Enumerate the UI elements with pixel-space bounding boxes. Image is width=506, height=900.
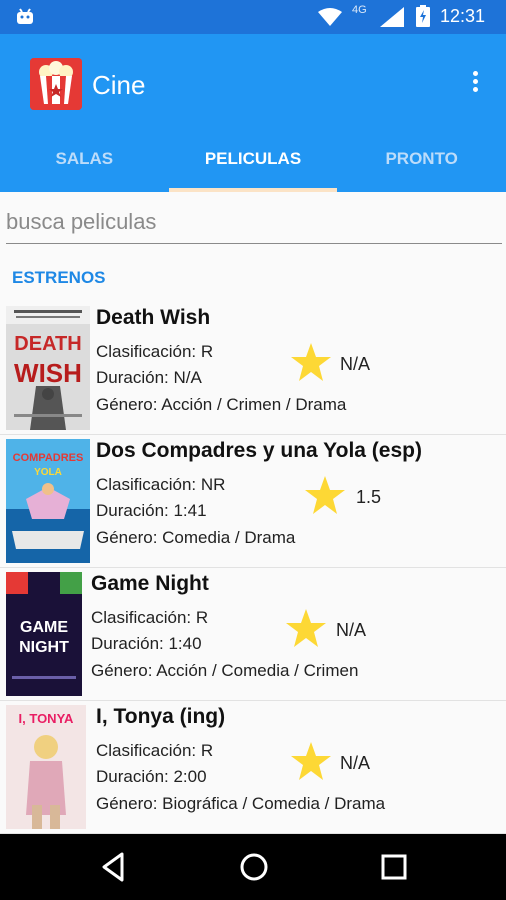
movie-rating: N/A	[340, 753, 371, 773]
movie-genre: Género: Acción / Comedia / Crimen	[91, 661, 359, 680]
android-icon	[17, 8, 33, 24]
movie-title: Game Night	[91, 572, 209, 595]
network-type-label: 4G	[352, 4, 367, 16]
movie-genre: Género: Comedia / Drama	[96, 528, 296, 547]
search-input[interactable]	[6, 202, 502, 242]
battery-icon	[416, 5, 430, 27]
movie-genre: Género: Biográfica / Comedia / Drama	[96, 794, 386, 813]
svg-text:NIGHT: NIGHT	[19, 639, 69, 656]
movie-duration: Duración: 1:41	[96, 501, 207, 520]
recents-icon[interactable]	[376, 850, 412, 884]
movie-poster: I, TONYA	[6, 705, 86, 829]
app-logo-icon	[30, 58, 82, 110]
svg-text:DEATH: DEATH	[14, 333, 81, 355]
signal-icon	[380, 7, 404, 27]
movie-rating: 1.5	[356, 487, 382, 507]
movie-poster: DEATH WISH	[6, 306, 90, 430]
movie-classification: Clasificación: R	[96, 342, 214, 361]
movie-poster: GAME NIGHT	[6, 572, 82, 696]
app-title: Cine	[92, 70, 146, 100]
movie-rating: N/A	[340, 354, 371, 374]
status-bar: 4G 12:31	[0, 0, 506, 34]
movie-duration: Duración: 2:00	[96, 767, 207, 786]
back-icon[interactable]	[96, 850, 132, 884]
movie-duration: Duración: N/A	[96, 368, 202, 387]
star-icon	[291, 343, 331, 381]
movie-row[interactable]: DEATH WISH Death Wish Clasificación: R D…	[0, 302, 506, 435]
svg-text:COMPADRES: COMPADRES	[13, 452, 84, 464]
movie-row[interactable]: COMPADRES YOLA Dos Compadres y una Yola …	[0, 435, 506, 568]
system-nav-bar	[0, 834, 506, 900]
movie-classification: Clasificación: R	[91, 608, 209, 627]
movie-list: DEATH WISH Death Wish Clasificación: R D…	[0, 302, 506, 834]
app-bar: Cine SALAS PELICULAS PRONTO	[0, 34, 506, 192]
tab-peliculas[interactable]: PELICULAS	[168, 134, 338, 192]
movie-title: Death Wish	[96, 306, 211, 329]
overflow-menu-icon[interactable]	[462, 68, 488, 100]
search-field	[6, 202, 502, 244]
movie-title: Dos Compadres y una Yola (esp)	[96, 439, 422, 462]
tab-salas[interactable]: SALAS	[0, 134, 169, 192]
movie-poster: COMPADRES YOLA	[6, 439, 90, 563]
movie-classification: Clasificación: NR	[96, 475, 226, 494]
star-icon	[291, 742, 331, 780]
star-icon	[286, 609, 326, 647]
movie-rating: N/A	[336, 620, 367, 640]
svg-text:WISH: WISH	[14, 358, 82, 388]
movie-duration: Duración: 1:40	[91, 634, 202, 653]
star-icon	[305, 476, 345, 514]
svg-text:GAME: GAME	[20, 619, 68, 636]
status-clock: 12:31	[440, 6, 486, 26]
wifi-icon	[318, 8, 342, 26]
svg-text:YOLA: YOLA	[34, 467, 62, 478]
home-icon[interactable]	[236, 850, 272, 884]
movie-genre: Género: Acción / Crimen / Drama	[96, 395, 347, 414]
tab-pronto[interactable]: PRONTO	[337, 134, 506, 192]
movie-row[interactable]: I, TONYA I, Tonya (ing) Clasificación: R…	[0, 701, 506, 834]
tab-bar: SALAS PELICULAS PRONTO	[0, 134, 506, 192]
svg-text:I, TONYA: I, TONYA	[19, 711, 75, 726]
section-title: ESTRENOS	[12, 268, 106, 287]
movie-title: I, Tonya (ing)	[96, 705, 226, 728]
movie-row[interactable]: GAME NIGHT Game Night Clasificación: R D…	[0, 568, 506, 701]
movie-classification: Clasificación: R	[96, 741, 214, 760]
